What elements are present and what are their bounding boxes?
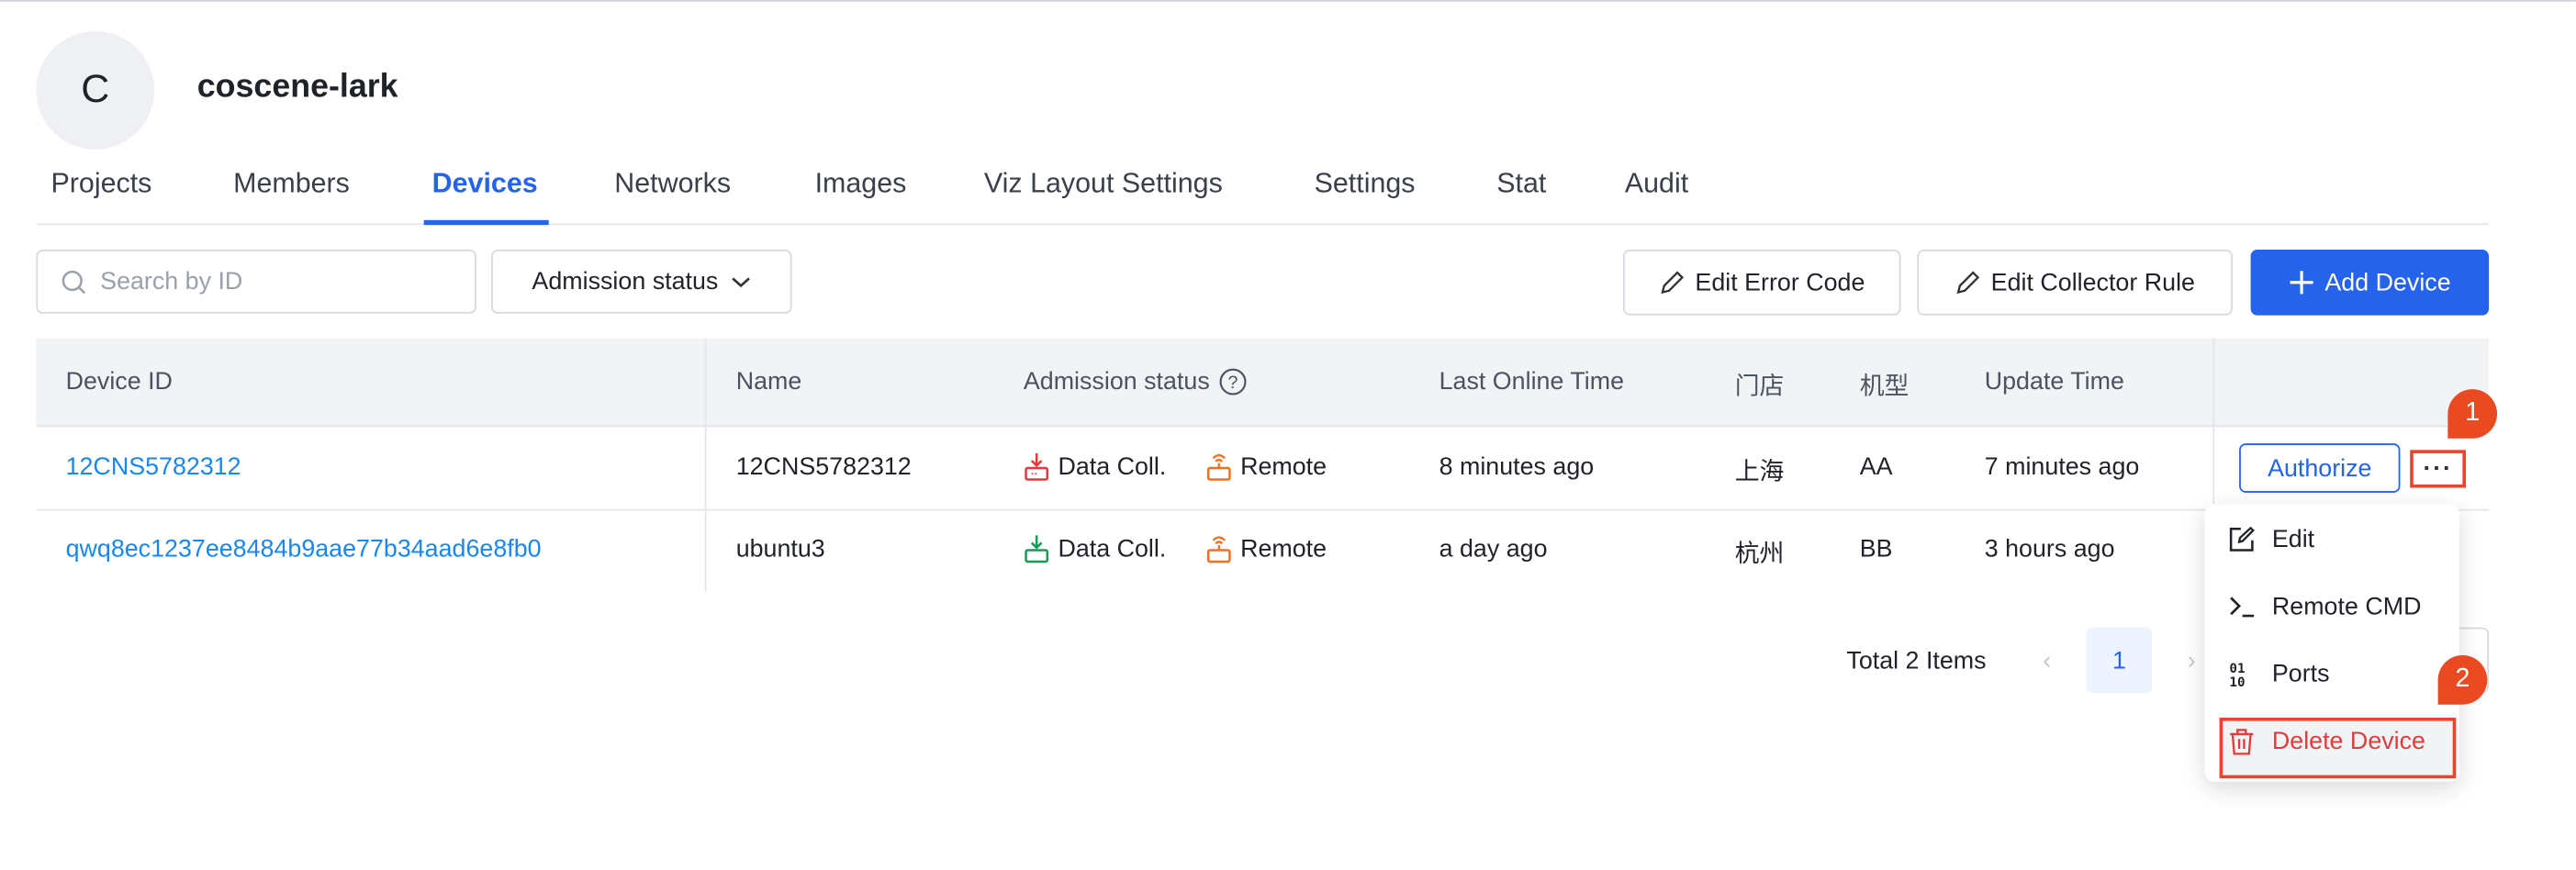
remote-status: Remote — [1205, 534, 1327, 563]
tab-networks[interactable]: Networks — [614, 168, 731, 201]
tab-devices[interactable]: Devices — [432, 168, 538, 201]
store: 杭州 — [1734, 540, 1785, 569]
ellipsis-icon: ··· — [2423, 454, 2453, 484]
authorize-label: Authorize — [2268, 453, 2372, 483]
org-name: coscene-lark — [196, 69, 398, 106]
last-online-time: a day ago — [1439, 535, 1548, 563]
edit-icon — [2229, 526, 2255, 552]
column-divider — [2212, 338, 2215, 509]
device-id-link[interactable]: 12CNS5782312 — [66, 453, 241, 481]
avatar-letter: C — [81, 67, 110, 112]
prev-page-button[interactable]: ‹ — [2014, 628, 2080, 694]
svg-text:01: 01 — [2229, 662, 2245, 676]
search-input[interactable] — [96, 265, 432, 297]
pencil-icon — [1956, 271, 1980, 295]
model: BB — [1859, 535, 1893, 563]
svg-text:10: 10 — [2229, 675, 2245, 688]
header-admission-label: Admission status — [1023, 367, 1210, 396]
annotation-badge-2: 2 — [2437, 655, 2488, 705]
page-number: 1 — [2111, 646, 2126, 675]
pencil-icon — [1661, 271, 1684, 295]
device-name: ubuntu3 — [735, 535, 825, 563]
tab-settings[interactable]: Settings — [1315, 168, 1416, 201]
tabs-divider — [36, 223, 2490, 226]
download-device-icon — [1025, 452, 1049, 481]
more-actions-button[interactable]: ··· — [2410, 450, 2467, 488]
admission-status-filter[interactable]: Admission status — [491, 250, 792, 314]
router-icon — [1206, 536, 1231, 563]
update-time: 3 hours ago — [1984, 535, 2115, 563]
menu-item-label: Delete Device — [2271, 727, 2426, 756]
remote-label: Remote — [1240, 534, 1327, 563]
page-button[interactable]: 1 — [2086, 627, 2153, 694]
data-coll-status: Data Coll. — [1024, 452, 1166, 481]
store: 上海 — [1734, 458, 1785, 486]
remote-label: Remote — [1240, 452, 1327, 481]
admission-filter-label: Admission status — [532, 267, 719, 296]
header-name: Name — [735, 367, 802, 396]
menu-item-label: Remote CMD — [2271, 593, 2422, 621]
header-model: 机型 — [1859, 373, 1910, 401]
annotation-badge-1: 1 — [2447, 389, 2498, 439]
tab-projects[interactable]: Projects — [50, 168, 151, 201]
menu-item-ports[interactable]: 01 10 Ports — [2228, 660, 2330, 688]
search-icon — [62, 270, 86, 294]
terminal-icon — [2230, 597, 2255, 618]
device-name: 12CNS5782312 — [735, 452, 912, 482]
top-border — [0, 0, 2576, 2]
menu-item-remote-cmd[interactable]: Remote CMD — [2228, 593, 2422, 621]
chevron-right-icon: › — [2187, 646, 2196, 675]
chevron-down-icon — [732, 276, 751, 287]
device-id-link[interactable]: qwq8ec1237ee8484b9aae77b34aad6e8fb0 — [66, 535, 542, 563]
active-tab-indicator — [423, 219, 549, 226]
tab-audit[interactable]: Audit — [1625, 168, 1688, 201]
header-update-time: Update Time — [1984, 367, 2124, 396]
help-icon[interactable]: ? — [1220, 368, 1248, 396]
remote-status: Remote — [1205, 452, 1327, 481]
tab-images[interactable]: Images — [815, 168, 907, 201]
edit-error-code-button[interactable]: Edit Error Code — [1623, 250, 1901, 316]
binary-icon: 0110 — [2229, 662, 2245, 688]
add-device-label: Add Device — [2324, 268, 2451, 297]
router-icon — [1206, 453, 1231, 481]
header-device-id: Device ID — [65, 367, 173, 396]
trash-icon — [2230, 729, 2254, 755]
row-divider — [36, 508, 2490, 511]
data-coll-status: Data Coll. — [1024, 534, 1166, 563]
pagination-total: Total 2 Items — [1846, 647, 1987, 675]
badge-number: 2 — [2455, 664, 2470, 694]
column-divider — [704, 338, 707, 592]
authorize-button[interactable]: Authorize — [2239, 443, 2401, 493]
badge-number: 1 — [2465, 398, 2481, 428]
menu-item-label: Edit — [2271, 525, 2315, 554]
search-box[interactable] — [36, 250, 476, 314]
org-avatar: C — [36, 31, 155, 150]
menu-item-label: Ports — [2271, 660, 2330, 688]
header-store: 门店 — [1734, 373, 1785, 401]
chevron-left-icon: ‹ — [2043, 646, 2052, 675]
update-time: 7 minutes ago — [1984, 452, 2140, 482]
svg-text:?: ? — [1228, 373, 1238, 393]
plus-icon — [2290, 271, 2313, 295]
tab-stat[interactable]: Stat — [1496, 168, 1546, 201]
header-last-online-time: Last Online Time — [1439, 367, 1625, 396]
menu-item-delete-device[interactable]: Delete Device — [2228, 728, 2425, 755]
menu-item-edit[interactable]: Edit — [2228, 525, 2315, 554]
model: AA — [1859, 452, 1893, 482]
header-admission-status: Admission status ? — [1024, 368, 1248, 396]
add-device-button[interactable]: Add Device — [2250, 250, 2490, 316]
data-coll-label: Data Coll. — [1058, 534, 1167, 563]
tab-viz-layout-settings[interactable]: Viz Layout Settings — [984, 168, 1223, 201]
edit-error-code-label: Edit Error Code — [1695, 268, 1865, 297]
download-device-icon — [1025, 535, 1049, 563]
edit-collector-rule-label: Edit Collector Rule — [1990, 268, 2195, 297]
tab-members[interactable]: Members — [233, 168, 350, 201]
data-coll-label: Data Coll. — [1058, 452, 1167, 481]
page: C coscene-lark Projects Members Devices … — [0, 0, 2576, 870]
last-online-time: 8 minutes ago — [1439, 452, 1595, 482]
edit-collector-rule-button[interactable]: Edit Collector Rule — [1917, 250, 2233, 316]
